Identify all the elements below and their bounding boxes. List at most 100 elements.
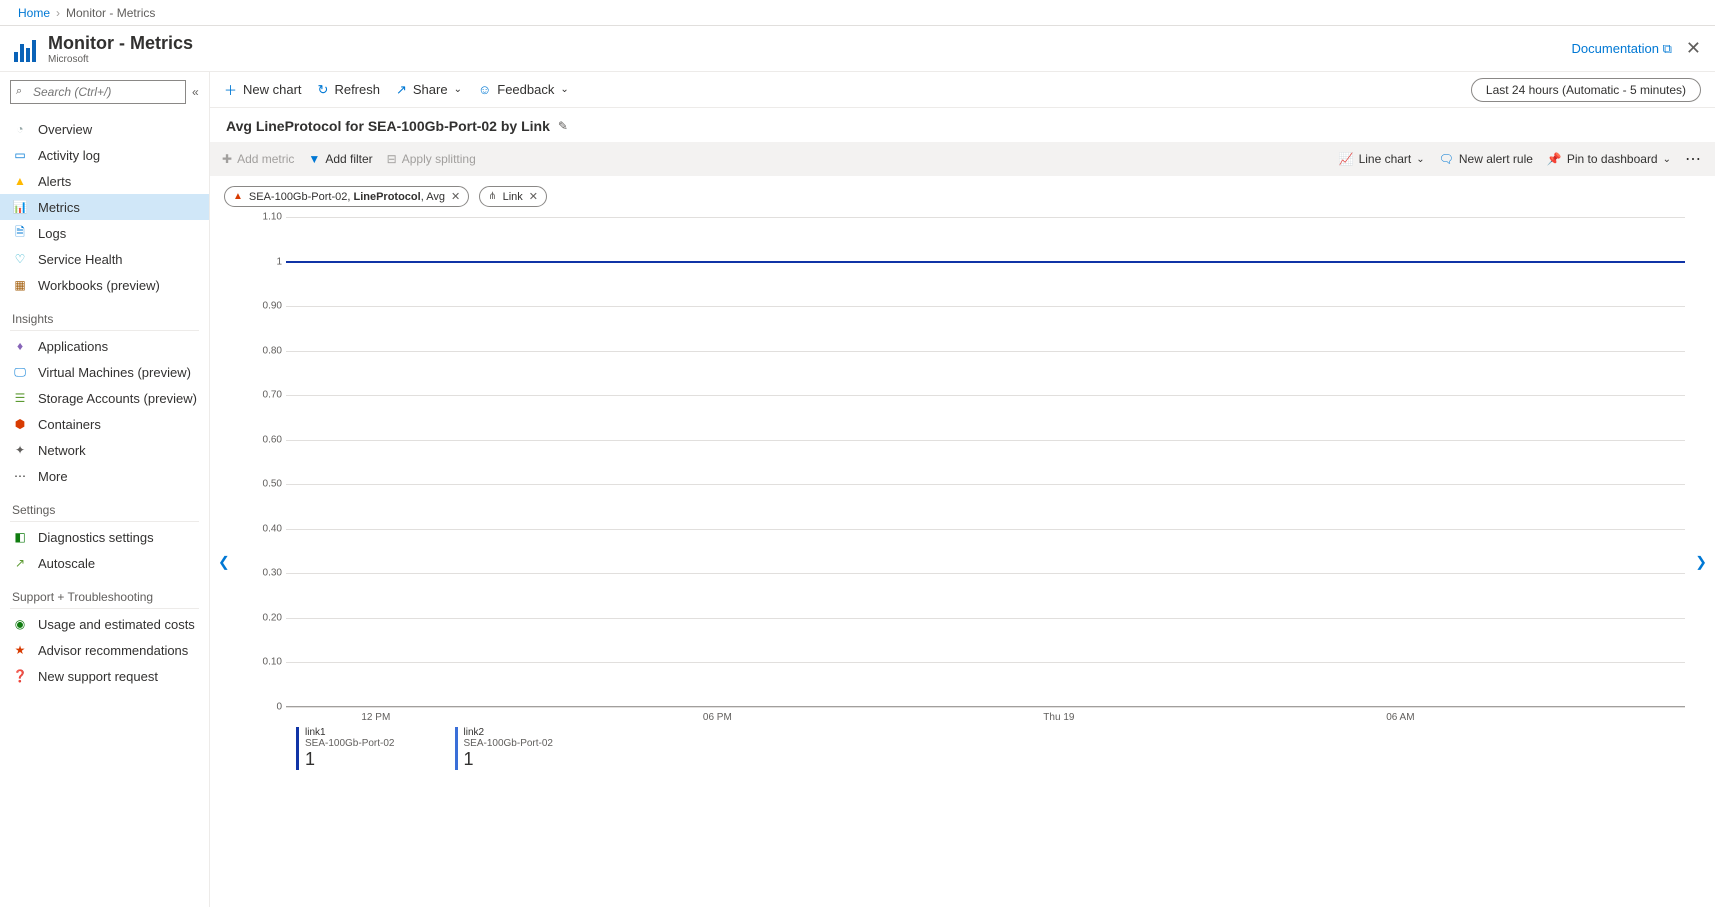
gridline (286, 217, 1685, 218)
metric-chip-row: ▲ SEA-100Gb-Port-02, LineProtocol, Avg ✕… (210, 176, 1715, 217)
nav-item-label: Diagnostics settings (38, 530, 154, 545)
sidebar-item-applications[interactable]: ♦Applications (0, 333, 209, 359)
nav-item-label: Virtual Machines (preview) (38, 365, 191, 380)
chevron-down-icon: ⌄ (1663, 154, 1671, 165)
nav-item-label: Applications (38, 339, 108, 354)
nav-item-label: Service Health (38, 252, 123, 267)
add-filter-button[interactable]: ▼Add filter (308, 152, 372, 166)
chevron-down-icon: ⌄ (560, 84, 568, 95)
legend-item[interactable]: link1SEA-100Gb-Port-021 (296, 727, 395, 770)
x-axis (286, 706, 1685, 707)
nav-item-label: Overview (38, 122, 92, 137)
sidebar-item-new-support-request[interactable]: ❓New support request (0, 663, 209, 689)
x-axis-label: Thu 19 (1043, 712, 1074, 723)
nav-item-icon: ⬢ (12, 416, 28, 432)
sidebar-item-virtual-machines-preview-[interactable]: 🖵 Virtual Machines (preview) (0, 359, 209, 385)
sidebar-item-usage-and-estimated-costs[interactable]: ◉Usage and estimated costs (0, 611, 209, 637)
chart-toolbar: ＋New chart ↻Refresh ↗Share ⌄ ☺Feedback ⌄… (210, 72, 1715, 108)
sidebar-item-advisor-recommendations[interactable]: ★Advisor recommendations (0, 637, 209, 663)
split-chip[interactable]: ⋔ Link ✕ (479, 186, 547, 207)
legend-item[interactable]: link2SEA-100Gb-Port-021 (455, 727, 554, 770)
sidebar-item-alerts[interactable]: ▲ Alerts (0, 168, 209, 194)
more-options-button[interactable]: ⋯ (1685, 149, 1703, 169)
warning-icon: ▲ (233, 191, 243, 202)
sidebar-item-more[interactable]: ⋯More (0, 463, 209, 489)
sidebar-item-workbooks-preview-[interactable]: ▦Workbooks (preview) (0, 272, 209, 298)
new-alert-rule-button[interactable]: 🗨New alert rule (1439, 152, 1533, 166)
gridline (286, 395, 1685, 396)
nav-item-icon: ◧ (12, 529, 28, 545)
gridline (286, 484, 1685, 485)
y-axis-label: 0.60 (260, 434, 282, 445)
pin-icon: 📌 (1547, 152, 1562, 166)
refresh-button[interactable]: ↻Refresh (318, 82, 380, 98)
sidebar-item-service-health[interactable]: ♡Service Health (0, 246, 209, 272)
nav-item-icon: ◉ (12, 616, 28, 632)
gridline (286, 618, 1685, 619)
remove-chip-icon[interactable]: ✕ (451, 190, 460, 203)
next-chart-icon[interactable]: ❯ (1689, 548, 1713, 577)
legend-series-value: 1 (464, 749, 554, 770)
legend-series-name: link2 (464, 727, 554, 738)
sidebar-item-metrics[interactable]: 📊Metrics (0, 194, 209, 220)
split-icon: ⊟ (387, 152, 397, 166)
add-metric-button[interactable]: ✚Add metric (222, 152, 294, 166)
page-subtitle: Microsoft (48, 54, 193, 65)
nav-item-icon: ✦ (12, 442, 28, 458)
y-axis-label: 0.20 (260, 612, 282, 623)
gridline (286, 351, 1685, 352)
chevron-right-icon: › (56, 6, 60, 20)
sidebar-item-containers[interactable]: ⬢ Containers (0, 411, 209, 437)
nav-item-label: Logs (38, 226, 66, 241)
sidebar-item-autoscale[interactable]: ↗Autoscale (0, 550, 209, 576)
nav-item-label: Activity log (38, 148, 100, 163)
sidebar-item-network[interactable]: ✦Network (0, 437, 209, 463)
nav-item-label: Containers (38, 417, 101, 432)
prev-chart-icon[interactable]: ❮ (212, 548, 236, 577)
sidebar-item-overview[interactable]: ◔Overview (0, 116, 209, 142)
chip-text: Link (503, 191, 523, 203)
y-axis-label: 0.80 (260, 345, 282, 356)
line-chart-icon: 📈 (1339, 152, 1354, 166)
apply-splitting-button[interactable]: ⊟Apply splitting (387, 152, 476, 166)
collapse-sidebar-icon[interactable]: « (192, 85, 199, 99)
nav-item-label: Workbooks (preview) (38, 278, 160, 293)
y-axis-label: 0.30 (260, 568, 282, 579)
nav-item-label: Alerts (38, 174, 71, 189)
filter-icon: ▼ (308, 152, 320, 166)
sidebar-search-input[interactable] (10, 80, 186, 104)
pin-to-dashboard-button[interactable]: 📌Pin to dashboard ⌄ (1547, 152, 1671, 166)
y-axis-label: 0.90 (260, 301, 282, 312)
chip-text: SEA-100Gb-Port-02, LineProtocol, Avg (249, 191, 445, 203)
nav-item-icon: ▲ (12, 173, 28, 189)
new-chart-button[interactable]: ＋New chart (224, 80, 302, 99)
chart-legend: link1SEA-100Gb-Port-021 link2SEA-100Gb-Po… (240, 707, 1685, 790)
legend-series-name: link1 (305, 727, 395, 738)
y-axis-label: 1 (260, 256, 282, 267)
metric-chip[interactable]: ▲ SEA-100Gb-Port-02, LineProtocol, Avg ✕ (224, 186, 469, 207)
sidebar-item-storage-accounts-preview-[interactable]: ☰Storage Accounts (preview) (0, 385, 209, 411)
y-axis-label: 0 (260, 702, 282, 713)
edit-title-icon[interactable]: ✎ (558, 119, 568, 133)
sidebar-item-diagnostics-settings[interactable]: ◧ Diagnostics settings (0, 524, 209, 550)
nav-item-icon: ☰ (12, 390, 28, 406)
chart-canvas[interactable]: 1.1010.900.800.700.600.500.400.300.200.1… (262, 217, 1685, 707)
sidebar-item-activity-log[interactable]: ▭Activity log (0, 142, 209, 168)
nav-group-label: Insights (10, 298, 199, 330)
remove-chip-icon[interactable]: ✕ (529, 190, 538, 203)
chevron-down-icon: ⌄ (454, 84, 462, 95)
documentation-link[interactable]: Documentation ⧉ (1572, 41, 1672, 57)
sidebar-item-logs[interactable]: 🗎Logs (0, 220, 209, 246)
chart-type-dropdown[interactable]: 📈Line chart ⌄ (1339, 152, 1425, 166)
breadcrumb-current: Monitor - Metrics (66, 6, 155, 20)
y-axis-label: 1.10 (260, 212, 282, 223)
close-icon[interactable]: ✕ (1686, 38, 1701, 59)
feedback-button[interactable]: ☺Feedback ⌄ (478, 82, 569, 97)
nav-item-icon: 🖵 (12, 364, 28, 380)
nav-item-label: New support request (38, 669, 158, 684)
share-button[interactable]: ↗Share ⌄ (396, 82, 462, 98)
page-header: Monitor - Metrics Microsoft Documentatio… (0, 26, 1715, 72)
breadcrumb-home[interactable]: Home (18, 6, 50, 20)
page-title: Monitor - Metrics (48, 33, 193, 54)
time-range-picker[interactable]: Last 24 hours (Automatic - 5 minutes) (1471, 78, 1701, 102)
